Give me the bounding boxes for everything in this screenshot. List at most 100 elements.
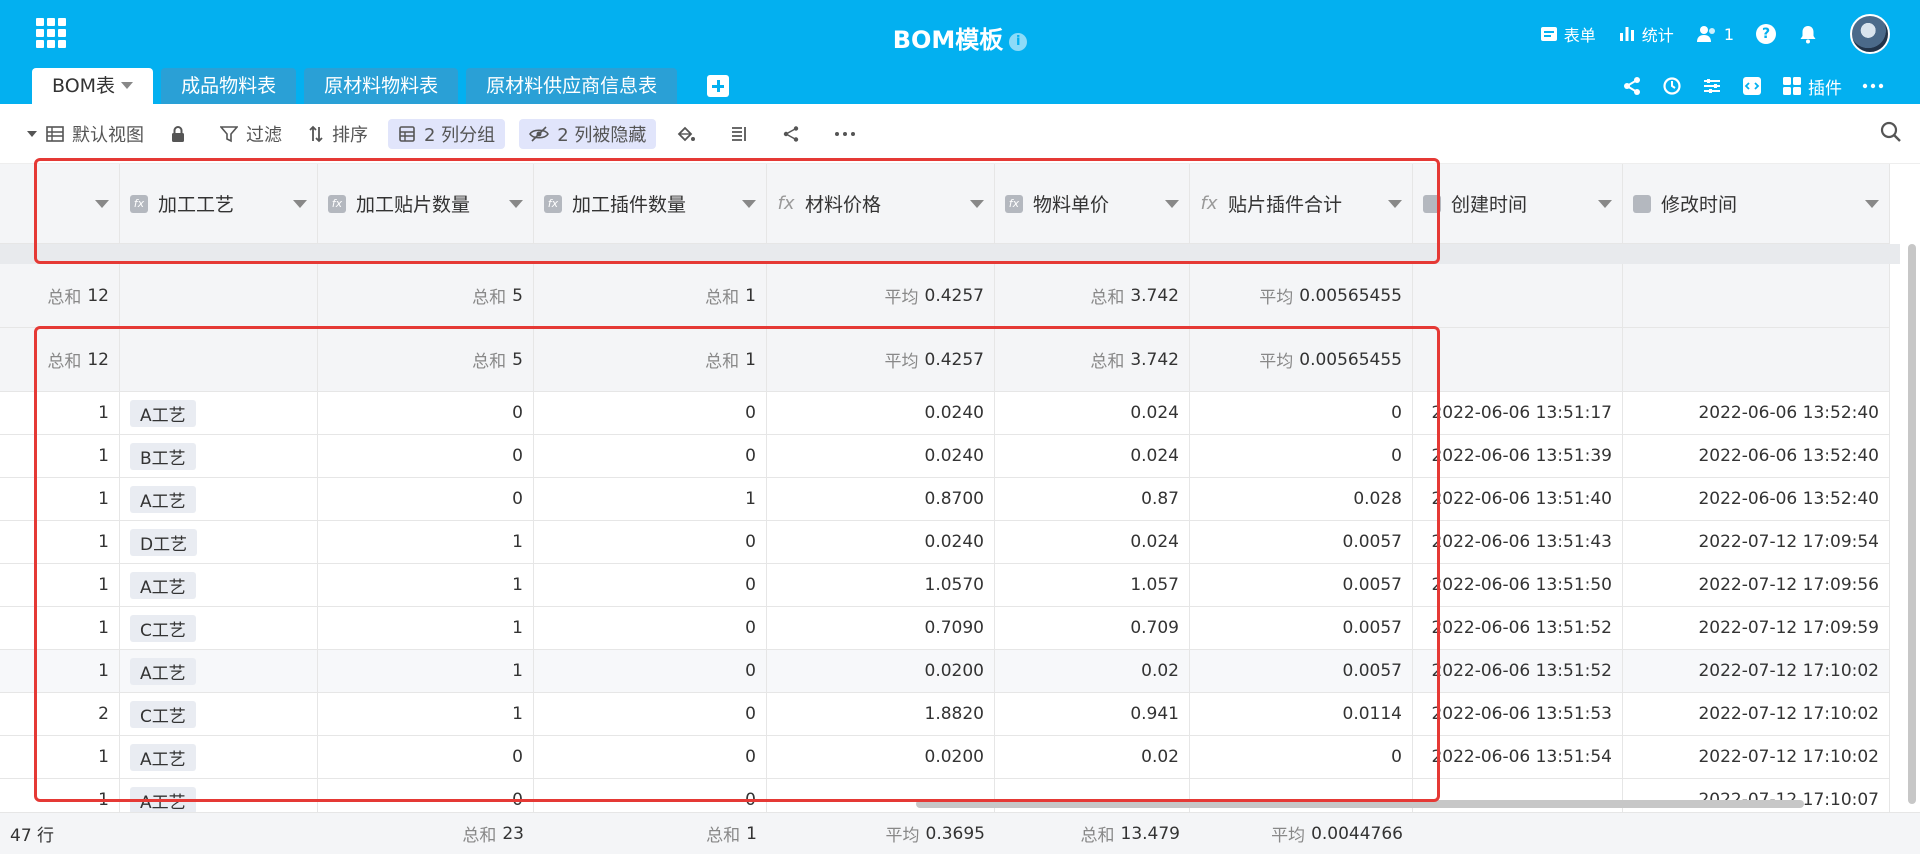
table-cell-created[interactable]: 2022-06-06 13:51:54 (1413, 736, 1623, 778)
table-cell-modified[interactable]: 2022-07-12 17:10:02 (1623, 693, 1890, 735)
table-cell-mat-price[interactable]: 0.0240 (767, 435, 995, 477)
table-cell-mat-price[interactable]: 1.8820 (767, 693, 995, 735)
table-cell-total[interactable]: 0.0057 (1190, 607, 1413, 649)
table-cell-mat-price[interactable]: 0.0240 (767, 392, 995, 434)
column-header-process[interactable]: fx 加工工艺 (120, 164, 318, 243)
table-cell-plugin[interactable]: 0 (534, 736, 767, 778)
table-cell-qty[interactable]: 2 (0, 693, 120, 735)
lock-button[interactable] (164, 119, 200, 149)
table-cell-smt[interactable]: 1 (318, 564, 534, 606)
table-cell-smt[interactable]: 0 (318, 478, 534, 520)
table-cell-plugin[interactable]: 0 (534, 779, 767, 812)
table-cell-process[interactable]: C工艺 (120, 607, 318, 649)
table-cell-created[interactable]: 2022-06-06 13:51:52 (1413, 607, 1623, 649)
chevron-down-icon[interactable] (970, 199, 984, 208)
column-header-created[interactable]: 创建时间 (1413, 164, 1623, 243)
table-cell-created[interactable]: 2022-06-06 13:51:43 (1413, 521, 1623, 563)
search-button[interactable] (1880, 121, 1902, 148)
filter-button[interactable]: 过滤 (214, 119, 288, 149)
table-cell-qty[interactable]: 1 (0, 779, 120, 812)
table-cell-created[interactable]: 2022-06-06 13:51:17 (1413, 392, 1623, 434)
table-row[interactable]: 2 C工艺 1 0 1.8820 0.941 0.0114 2022-06-06 13:51:… (0, 693, 1890, 736)
table-cell-total[interactable]: 0.028 (1190, 478, 1413, 520)
code-button[interactable] (1742, 76, 1762, 96)
table-cell-process[interactable]: A工艺 (120, 564, 318, 606)
table-cell-unit-price[interactable]: 0.02 (995, 650, 1190, 692)
table-cell-total[interactable]: 0.0057 (1190, 521, 1413, 563)
row-color-button[interactable] (670, 119, 710, 149)
column-header-total[interactable]: fx 贴片插件合计 (1190, 164, 1413, 243)
table-row[interactable]: 1 A工艺 1 0 0.0200 0.02 0.0057 2022-06-06 13:51:5… (0, 650, 1890, 693)
members-button[interactable]: 1 (1696, 25, 1734, 44)
group-button[interactable]: 2 列分组 (388, 118, 506, 149)
chevron-down-icon[interactable] (1388, 199, 1402, 208)
tab-bom[interactable]: BOM表 (32, 68, 154, 104)
table-cell-modified[interactable]: 2022-07-12 17:09:56 (1623, 564, 1890, 606)
table-cell-total[interactable]: 0.0057 (1190, 564, 1413, 606)
table-cell-process[interactable]: A工艺 (120, 478, 318, 520)
table-cell-plugin[interactable]: 0 (534, 564, 767, 606)
table-row[interactable]: 1 B工艺 0 0 0.0240 0.024 0 2022-06-06 13:51:39 202… (0, 435, 1890, 478)
table-cell-unit-price[interactable]: 0.709 (995, 607, 1190, 649)
table-cell-process[interactable]: D工艺 (120, 521, 318, 563)
share-button[interactable] (1622, 76, 1642, 96)
table-cell-modified[interactable]: 2022-06-06 13:52:40 (1623, 392, 1890, 434)
table-cell-total[interactable]: 0 (1190, 392, 1413, 434)
table-cell-plugin[interactable]: 0 (534, 693, 767, 735)
table-cell-modified[interactable]: 2022-07-12 17:10:02 (1623, 650, 1890, 692)
table-cell-mat-price[interactable]: 1.0570 (767, 564, 995, 606)
tab-suppliers[interactable]: 原材料供应商信息表 (466, 68, 678, 104)
chevron-down-icon[interactable] (742, 199, 756, 208)
column-header-modified[interactable]: 修改时间 (1623, 164, 1890, 243)
notification-button[interactable] (1798, 24, 1824, 44)
table-cell-process[interactable]: A工艺 (120, 736, 318, 778)
table-cell-process[interactable]: C工艺 (120, 693, 318, 735)
table-cell-total[interactable]: 0.0114 (1190, 693, 1413, 735)
table-cell-smt[interactable]: 1 (318, 521, 534, 563)
table-row[interactable]: 1 A工艺 0 0 0.0240 0.024 0 2022-06-06 13:51:17 202… (0, 392, 1890, 435)
table-row[interactable]: 1 A工艺 0 0 0.0200 0.02 0 2022-06-06 13:51:54 2022… (0, 736, 1890, 779)
table-cell-plugin[interactable]: 1 (534, 478, 767, 520)
add-table-icon[interactable] (707, 75, 730, 97)
table-cell-unit-price[interactable]: 0.87 (995, 478, 1190, 520)
table-cell-created[interactable]: 2022-06-06 13:51:50 (1413, 564, 1623, 606)
table-cell-modified[interactable]: 2022-06-06 13:52:40 (1623, 478, 1890, 520)
chevron-down-icon[interactable] (293, 199, 307, 208)
avatar[interactable] (1850, 14, 1890, 54)
table-cell-plugin[interactable]: 0 (534, 521, 767, 563)
column-header-unit-price[interactable]: fx 物料单价 (995, 164, 1190, 243)
table-cell-plugin[interactable]: 0 (534, 392, 767, 434)
table-cell-modified[interactable]: 2022-06-06 13:52:40 (1623, 435, 1890, 477)
chevron-down-icon[interactable] (121, 82, 134, 89)
table-cell-unit-price[interactable]: 0.024 (995, 435, 1190, 477)
help-button[interactable]: ? (1756, 24, 1776, 44)
table-cell-smt[interactable]: 1 (318, 650, 534, 692)
table-cell-plugin[interactable]: 0 (534, 650, 767, 692)
column-header-qty[interactable] (0, 164, 120, 243)
tab-finished-materials[interactable]: 成品物料表 (161, 68, 297, 104)
row-height-button[interactable] (724, 119, 762, 149)
table-cell-total[interactable]: 0 (1190, 736, 1413, 778)
table-row[interactable]: 1 D工艺 1 0 0.0240 0.024 0.0057 2022-06-06 13:51:… (0, 521, 1890, 564)
table-cell-process[interactable]: A工艺 (120, 650, 318, 692)
column-header-plugin[interactable]: fx 加工插件数量 (534, 164, 767, 243)
table-cell-total[interactable]: 0.0057 (1190, 650, 1413, 692)
table-cell-plugin[interactable]: 0 (534, 435, 767, 477)
table-cell-qty[interactable]: 1 (0, 564, 120, 606)
settings-button[interactable] (1702, 76, 1722, 96)
table-cell-unit-price[interactable]: 0.024 (995, 521, 1190, 563)
stats-button[interactable]: 统计 (1618, 22, 1674, 46)
table-cell-modified[interactable]: 2022-07-12 17:09:59 (1623, 607, 1890, 649)
table-cell-qty[interactable]: 1 (0, 435, 120, 477)
vertical-scrollbar[interactable] (1908, 244, 1916, 804)
table-cell-smt[interactable]: 0 (318, 779, 534, 812)
column-header-material-price[interactable]: fx 材料价格 (767, 164, 995, 243)
view-selector[interactable]: 默认视图 (20, 119, 150, 149)
table-cell-qty[interactable]: 1 (0, 392, 120, 434)
table-row[interactable]: 1 C工艺 1 0 0.7090 0.709 0.0057 2022-06-06 13:51:… (0, 607, 1890, 650)
table-cell-process[interactable]: A工艺 (120, 779, 318, 812)
table-cell-created[interactable]: 2022-06-06 13:51:52 (1413, 650, 1623, 692)
table-cell-unit-price[interactable]: 0.941 (995, 693, 1190, 735)
hidden-fields-button[interactable]: 2 列被隐藏 (519, 118, 657, 149)
table-cell-modified[interactable]: 2022-07-12 17:09:54 (1623, 521, 1890, 563)
